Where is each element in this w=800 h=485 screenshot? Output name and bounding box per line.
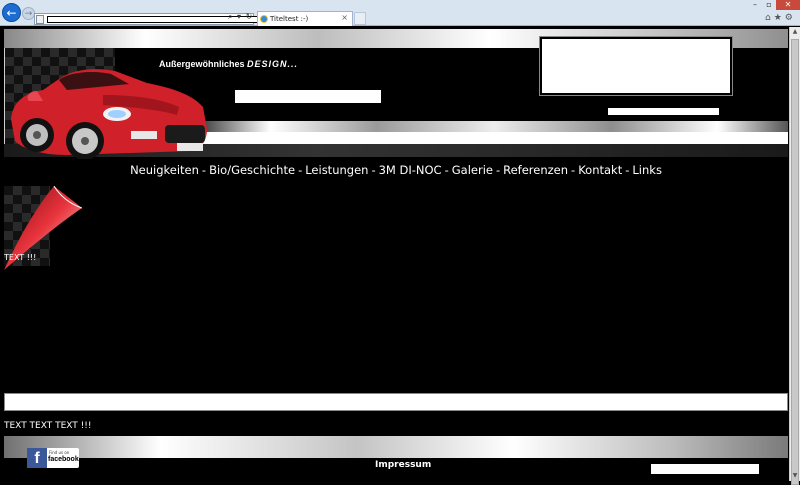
home-favorites-settings-icons[interactable]: ⌂★⚙: [765, 13, 796, 23]
main-navigation: Neuigkeiten - Bio/Geschichte - Leistungen -3M…: [4, 163, 788, 177]
scroll-thumb[interactable]: [791, 39, 799, 485]
address-field[interactable]: [47, 16, 258, 23]
red-car-image: [11, 69, 207, 159]
impressum-link[interactable]: Impressum: [375, 460, 431, 470]
nav-item-galerie[interactable]: Galerie: [452, 163, 493, 177]
header-white-bar: [200, 132, 788, 144]
facebook-find-us: Find us on: [49, 450, 70, 455]
content-text: TEXT !!!: [4, 253, 37, 262]
vertical-scrollbar[interactable]: ▲ ▼: [789, 27, 800, 485]
tab-active[interactable]: Titeltest :-) ×: [257, 11, 353, 26]
nav-separator: -: [625, 163, 630, 177]
browser-toolbar: ← → ⌕ ▾ ↻ Titeltest :-) × – ▫ ✕ ⌂★⚙: [0, 0, 800, 26]
address-bar[interactable]: [34, 13, 258, 25]
nav-item-referenzen[interactable]: Referenzen: [503, 163, 568, 177]
facebook-icon: f: [27, 448, 47, 468]
address-tools[interactable]: ⌕ ▾ ↻: [228, 12, 253, 22]
nav-separator: -: [444, 163, 449, 177]
nav-item-3m-di-noc[interactable]: 3M DI-NOC: [379, 163, 442, 177]
close-window-button[interactable]: ✕: [776, 0, 800, 10]
facebook-badge[interactable]: f Find us on facebook.: [27, 448, 81, 468]
scroll-up-icon[interactable]: ▲: [790, 27, 800, 37]
nav-separator: -: [371, 163, 376, 177]
nav-item-kontakt[interactable]: Kontakt: [578, 163, 622, 177]
forward-arrow-icon: →: [24, 8, 33, 19]
tagline-design-word: DESIGN...: [247, 59, 299, 69]
tab-title: Titeltest :-): [270, 15, 309, 23]
nav-item-links[interactable]: Links: [632, 163, 662, 177]
header-white-box: [235, 90, 381, 103]
back-button[interactable]: ←: [2, 3, 21, 22]
nav-separator: -: [201, 163, 207, 177]
header-right-small-box: [608, 108, 719, 115]
footer-text: TEXT TEXT TEXT !!!: [4, 421, 92, 431]
nav-separator: -: [495, 163, 501, 177]
footer-chrome-bar: [4, 436, 788, 458]
minimize-button[interactable]: –: [748, 0, 762, 10]
ie-favicon-icon: [260, 15, 268, 23]
content-white-bar: [4, 393, 788, 411]
tab-close-icon[interactable]: ×: [341, 13, 348, 22]
nav-separator: -: [571, 163, 576, 177]
nav-item-bio-geschichte[interactable]: Bio/Geschichte: [209, 163, 295, 177]
header-right-white-box: [539, 36, 733, 96]
web-page: Außergewöhnliches DESIGN... Neuigkeiten -…: [0, 27, 789, 481]
back-arrow-icon: ←: [6, 5, 17, 20]
maximize-button[interactable]: ▫: [762, 0, 776, 10]
footer-white-box: [651, 464, 759, 474]
nav-separator: -: [298, 163, 303, 177]
new-tab-button[interactable]: [354, 12, 366, 25]
content-area: [4, 185, 788, 391]
nav-item-leistungen[interactable]: Leistungen: [305, 163, 368, 177]
facebook-word: facebook.: [48, 456, 81, 463]
scroll-down-icon[interactable]: ▼: [790, 471, 800, 481]
nav-item-neuigkeiten[interactable]: Neuigkeiten: [130, 163, 199, 177]
page-icon: [36, 15, 44, 24]
